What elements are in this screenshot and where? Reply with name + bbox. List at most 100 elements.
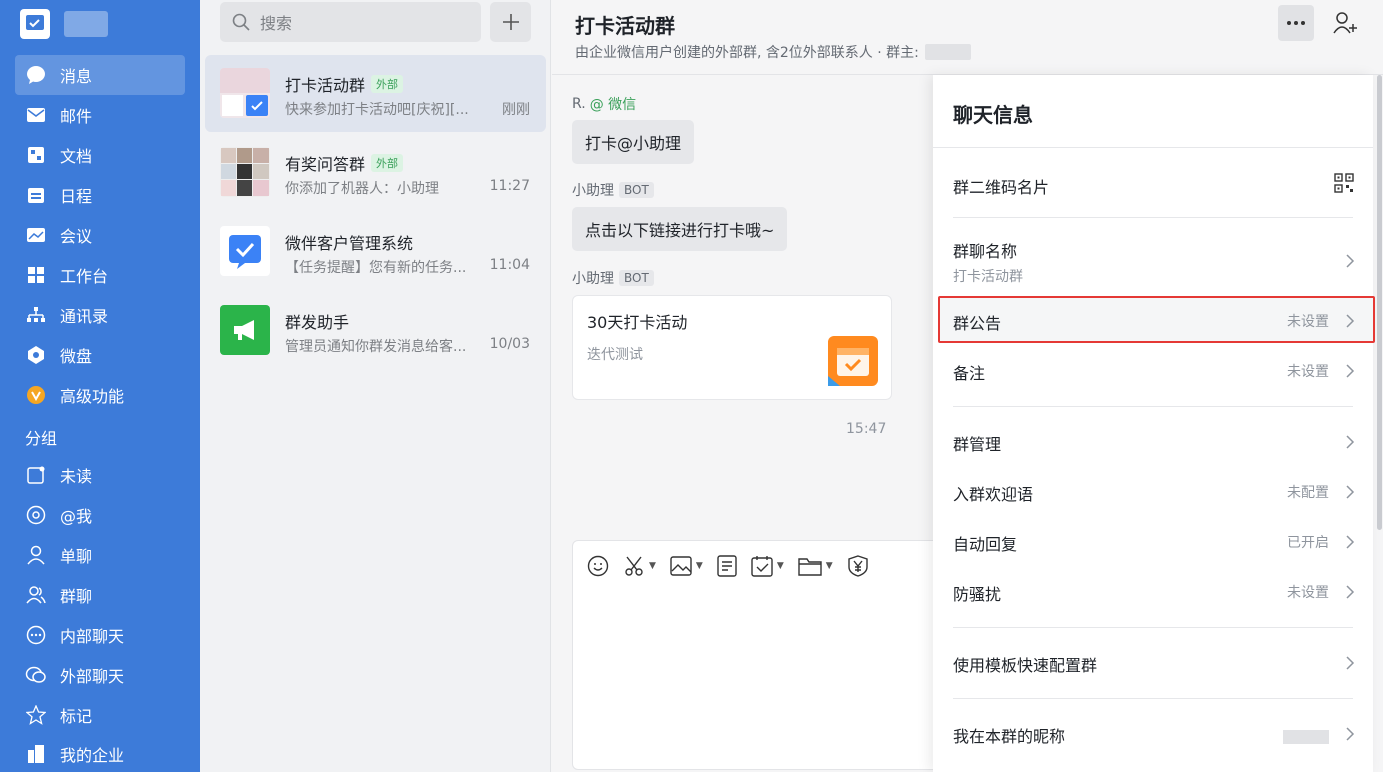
task-button[interactable]: ▼ <box>751 555 784 577</box>
conversation-name: 微伴客户管理系统 <box>285 230 413 254</box>
row-label: 群管理 <box>953 435 1002 454</box>
row-group-manage[interactable]: 群管理 <box>933 416 1373 466</box>
nav-contacts[interactable]: 通讯录 <box>15 295 185 335</box>
row-value: 未设置 <box>1287 585 1329 601</box>
group-unread[interactable]: 未读 <box>15 455 185 495</box>
folder-button[interactable]: ▼ <box>798 556 833 576</box>
row-label: 备注 <box>953 364 986 383</box>
nav-workbench[interactable]: 工作台 <box>15 255 185 295</box>
ellipsis-icon <box>1287 21 1305 25</box>
group-group-chat[interactable]: 群聊 <box>15 575 185 615</box>
group-my-company[interactable]: 我的企业 <box>15 734 185 772</box>
document-icon <box>25 144 47 166</box>
add-button[interactable] <box>490 2 531 42</box>
more-button[interactable] <box>1278 5 1314 41</box>
search-placeholder: 搜索 <box>260 14 293 33</box>
row-my-nickname[interactable]: 我在本群的昵称 <box>933 708 1373 758</box>
group-label: 单聊 <box>60 547 93 566</box>
app-logo-icon[interactable] <box>20 9 50 39</box>
group-label: 内部聊天 <box>60 627 125 646</box>
row-label: 我在本群的昵称 <box>953 727 1066 746</box>
nav-mail[interactable]: 邮件 <box>15 95 185 135</box>
screenshot-button[interactable]: ▼ <box>623 555 656 577</box>
add-person-icon <box>1333 12 1357 34</box>
conversation-item[interactable]: 微伴客户管理系统 【任务提醒】您有新的任务... 11:04 <box>205 213 546 290</box>
meeting-icon <box>25 224 47 246</box>
message-sender: 小助理 BOT <box>572 268 654 288</box>
org-chart-icon <box>25 304 47 326</box>
conversation-preview: 【任务提醒】您有新的任务... <box>285 260 467 276</box>
row-group-name[interactable]: 群聊名称 打卡活动群 <box>933 229 1373 291</box>
add-member-button[interactable] <box>1330 8 1360 38</box>
row-group-notice[interactable]: 群公告 未设置 <box>933 296 1373 346</box>
nav-messages[interactable]: 消息 <box>15 55 185 95</box>
panel-scrollbar[interactable] <box>1377 75 1382 530</box>
megaphone-icon <box>234 320 254 340</box>
link-card[interactable]: 30天打卡活动 迭代测试 <box>572 295 892 400</box>
conversation-item[interactable]: 有奖问答群 外部 你添加了机器人：小助理 11:27 <box>205 134 546 211</box>
message-bubble[interactable]: 打卡@小助理 <box>572 120 695 164</box>
row-value: 打卡活动群 <box>953 269 1023 285</box>
group-label: 我的企业 <box>60 746 125 765</box>
sender-name: 小助理 <box>572 183 614 199</box>
row-welcome-message[interactable]: 入群欢迎语 未配置 <box>933 466 1373 516</box>
chat-subtitle: 由企业微信用户创建的外部群, 含2位外部联系人 · 群主: <box>575 42 971 62</box>
chat-subtitle-text: 由企业微信用户创建的外部群, 含2位外部联系人 · 群主: <box>575 45 919 61</box>
scissors-icon <box>625 556 643 576</box>
divider <box>953 698 1353 699</box>
message-input[interactable]: ▼ ▼ ▼ ▼ <box>572 540 952 770</box>
chevron-right-icon <box>1346 585 1355 599</box>
nav-premium[interactable]: 高级功能 <box>15 375 185 415</box>
row-value: 未设置 <box>1287 364 1329 380</box>
conversation-title: 打卡活动群 <box>285 76 366 95</box>
group-internal-chat[interactable]: 内部聊天 <box>15 615 185 655</box>
row-label: 群二维码名片 <box>953 178 1050 197</box>
row-label: 群聊名称 <box>953 242 1018 261</box>
conversation-title: 微伴客户管理系统 <box>285 234 414 253</box>
calendar-check-icon <box>828 336 878 386</box>
bot-badge: BOT <box>619 270 654 286</box>
conversation-name: 群发助手 <box>285 309 349 333</box>
conversation-time: 刚刚 <box>502 102 530 118</box>
nav-label: 微盘 <box>60 347 93 366</box>
group-starred[interactable]: 标记 <box>15 695 185 735</box>
row-template-config[interactable]: 使用模板快速配置群 <box>933 637 1373 687</box>
divider <box>953 406 1353 407</box>
nav-label: 消息 <box>60 67 93 86</box>
group-at-me[interactable]: @我 <box>15 495 185 535</box>
payment-button[interactable] <box>847 555 869 577</box>
conversation-time: 11:04 <box>489 257 530 273</box>
emoji-button[interactable] <box>587 555 609 577</box>
row-auto-reply[interactable]: 自动回复 已开启 <box>933 516 1373 566</box>
folder-icon <box>798 558 822 576</box>
at-icon <box>25 504 47 526</box>
row-anti-harassment[interactable]: 防骚扰 未设置 <box>933 566 1373 616</box>
emoji-icon <box>587 555 609 577</box>
calendar-icon <box>25 184 47 206</box>
conversation-item[interactable]: 打卡活动群 外部 快来参加打卡活动吧[庆祝][... 刚刚 <box>205 55 546 132</box>
conversation-name: 有奖问答群 外部 <box>285 151 404 175</box>
conversation-list: 搜索 打卡活动群 外部 快来参加打卡活动吧[庆祝][... 刚刚 有奖问答群 外… <box>200 0 551 772</box>
user-name-blurred[interactable] <box>64 11 108 37</box>
group-external-chat[interactable]: 外部聊天 <box>15 655 185 695</box>
row-group-qrcode[interactable]: 群二维码名片 <box>933 159 1373 209</box>
row-label: 使用模板快速配置群 <box>953 656 1098 675</box>
row-remark[interactable]: 备注 未设置 <box>933 345 1373 395</box>
nav-calendar[interactable]: 日程 <box>15 175 185 215</box>
row-label: 入群欢迎语 <box>953 485 1034 504</box>
message-bubble[interactable]: 点击以下链接进行打卡哦~ <box>572 207 788 251</box>
image-button[interactable]: ▼ <box>670 556 703 576</box>
group-single-chat[interactable]: 单聊 <box>15 535 185 575</box>
row-label: 自动回复 <box>953 535 1018 554</box>
sender-name: 小助理 <box>572 271 614 287</box>
conversation-preview: 你添加了机器人：小助理 <box>285 181 439 197</box>
chat-title: 打卡活动群 <box>575 14 675 38</box>
conversation-item[interactable]: 群发助手 管理员通知你群发消息给客... 10/03 <box>205 292 546 369</box>
search-input[interactable]: 搜索 <box>220 2 481 42</box>
nav-meeting[interactable]: 会议 <box>15 215 185 255</box>
nav-docs[interactable]: 文档 <box>15 135 185 175</box>
note-button[interactable] <box>717 555 737 577</box>
conversation-title: 有奖问答群 <box>285 155 366 174</box>
nav-drive[interactable]: 微盘 <box>15 335 185 375</box>
group-label: @我 <box>60 507 93 526</box>
